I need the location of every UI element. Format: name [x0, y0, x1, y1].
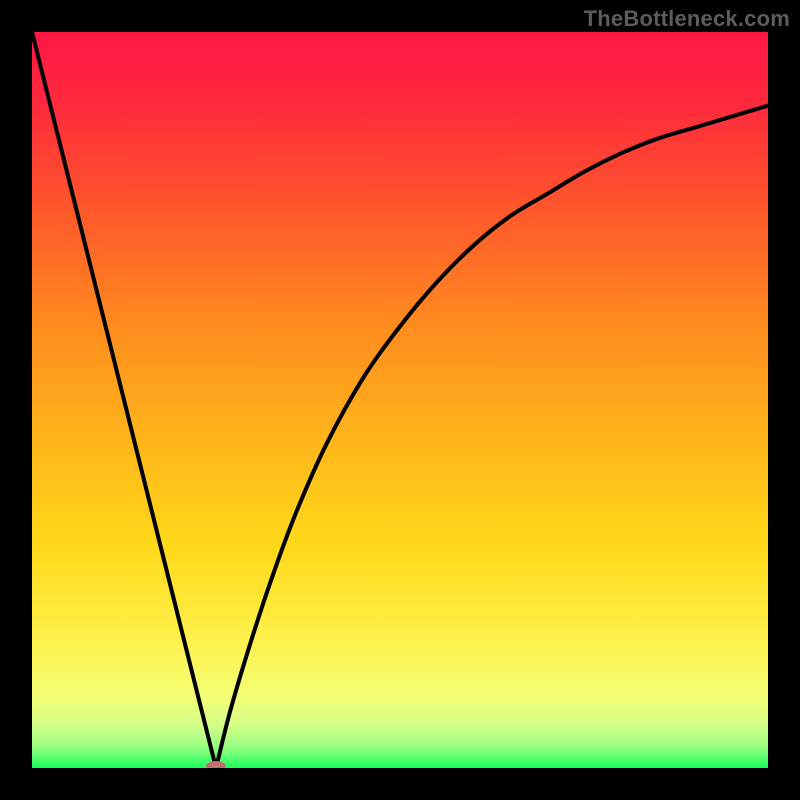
watermark-text: TheBottleneck.com [584, 6, 790, 32]
bottleneck-curve [32, 32, 768, 768]
plot-area [32, 32, 768, 768]
min-marker [206, 761, 226, 768]
outer-frame: TheBottleneck.com [0, 0, 800, 800]
